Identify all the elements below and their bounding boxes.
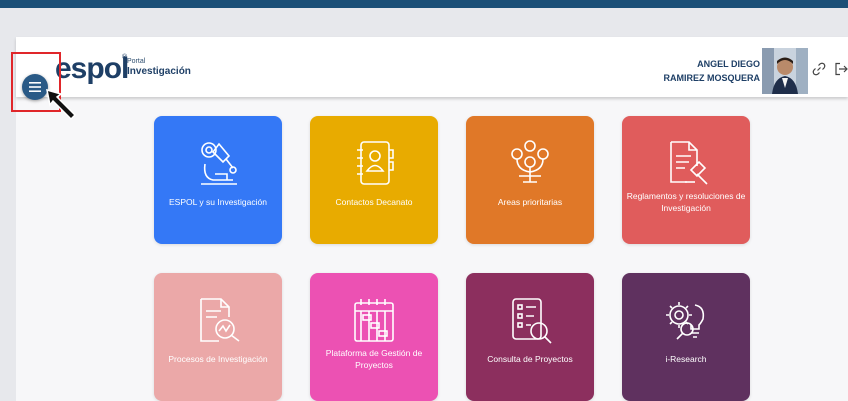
tile-label: i-Research (665, 354, 707, 364)
tile-label: Areas prioritarias (497, 197, 563, 207)
tile-plataforma-proyectos[interactable]: Plataforma de Gestión de Proyectos (310, 273, 438, 401)
checklist-search-icon (512, 298, 552, 344)
tile-consulta-proyectos[interactable]: Consulta de Proyectos (466, 273, 594, 401)
logo-portal-text: Portal (127, 58, 146, 65)
tile-label: Contactos Decanato (335, 197, 413, 207)
user-name-line1: ANGEL DIEGO (697, 59, 760, 69)
link-icon[interactable] (812, 62, 826, 76)
tile-label: Reglamentos y resoluciones de Investigac… (626, 191, 746, 213)
logo-portal-name: Investigación (127, 66, 191, 77)
tile-reglamentos[interactable]: Reglamentos y resoluciones de Investigac… (622, 116, 750, 244)
gear-bulb-icon (666, 302, 705, 340)
microscope-icon (201, 142, 237, 185)
tile-label: Consulta de Proyectos (487, 354, 573, 364)
tile-i-research[interactable]: i-Research (622, 273, 750, 401)
top-bar (0, 0, 848, 8)
mouse-pointer-icon (46, 88, 77, 121)
avatar[interactable] (762, 48, 808, 94)
tile-procesos-investigacion[interactable]: Procesos de Investigación (154, 273, 282, 401)
user-name-line2: RAMIREZ MOSQUERA (663, 73, 761, 83)
avatar-photo (762, 48, 808, 94)
priority-tree-icon (511, 140, 549, 183)
project-board-icon (354, 299, 394, 342)
tile-label: Plataforma de Gestión de Proyectos (325, 348, 423, 370)
logout-icon[interactable] (834, 62, 848, 76)
tile-label: ESPOL y su Investigación (169, 197, 267, 207)
tile-espol-investigacion[interactable]: ESPOL y su Investigación (154, 116, 282, 244)
contacts-book-icon (357, 141, 394, 185)
tile-contactos-decanato[interactable]: Contactos Decanato (310, 116, 438, 244)
tile-areas-prioritarias[interactable]: Areas prioritarias (466, 116, 594, 244)
document-gavel-icon (670, 141, 708, 185)
document-search-icon (200, 298, 240, 342)
logo-word: espol (55, 52, 129, 85)
tile-label: Procesos de Investigación (168, 354, 268, 364)
user-name: ANGEL DIEGO RAMIREZ MOSQUERA (630, 57, 761, 85)
